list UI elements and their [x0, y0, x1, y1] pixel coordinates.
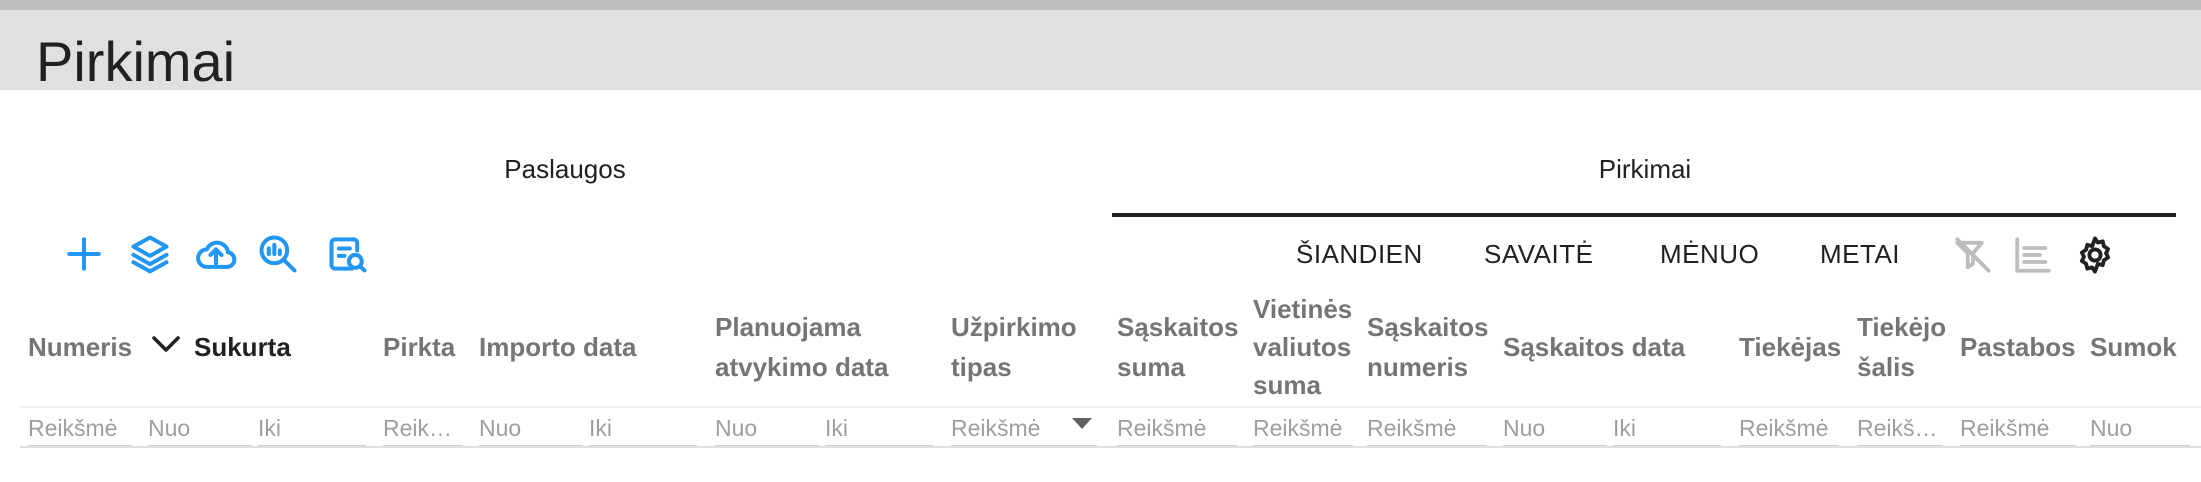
column-header-tiekejo-salis-1[interactable]: Tiekėjo — [1857, 308, 1946, 346]
column-header-tiekejas[interactable]: Tiekėjas — [1739, 328, 1841, 366]
column-header-saskaitos-suma-1[interactable]: Sąskaitos — [1117, 308, 1238, 346]
column-header-uzpirkimo-1[interactable]: Užpirkimo — [951, 308, 1077, 346]
period-month-button[interactable]: MĖNUO — [1660, 238, 1759, 270]
active-tab-indicator — [1112, 213, 2176, 217]
filter-pirkta-input[interactable]: Reikšmė — [383, 410, 463, 446]
column-header-vietines-1[interactable]: Vietinės — [1253, 290, 1352, 328]
filter-pastabos-input[interactable]: Reikšmė — [1960, 410, 2076, 446]
column-header-saskaitos-suma-2[interactable]: suma — [1117, 348, 1185, 386]
period-week-button[interactable]: SAVAITĖ — [1484, 238, 1593, 270]
column-header-numeris[interactable]: Numeris — [28, 328, 132, 366]
layers-icon[interactable] — [126, 230, 174, 278]
column-header-importo-data[interactable]: Importo data — [479, 328, 636, 366]
chevron-down-icon[interactable] — [1072, 418, 1092, 429]
page-title: Pirkimai — [36, 30, 236, 93]
column-header-saskaitos-numeris-2[interactable]: numeris — [1367, 348, 1468, 386]
column-header-uzpirkimo-2[interactable]: tipas — [951, 348, 1012, 386]
sort-desc-icon[interactable] — [148, 330, 184, 358]
column-header-pastabos[interactable]: Pastabos — [1960, 328, 2076, 366]
search-analytics-icon[interactable] — [254, 230, 302, 278]
page-header: Pirkimai — [0, 10, 2201, 93]
app-root: Pirkimai Paslaugos Pirkimai ŠIANDIEN SAV… — [0, 0, 2201, 482]
cloud-upload-icon[interactable] — [192, 230, 240, 278]
filter-importo-from-input[interactable]: Nuo — [479, 410, 583, 446]
column-header-saskaitos-numeris-1[interactable]: Sąskaitos — [1367, 308, 1488, 346]
filter-numeris-input[interactable]: Reikšmė — [28, 410, 132, 446]
filter-tiekejo-salis-input[interactable]: Reikšmė — [1857, 410, 1943, 446]
filter-saskaitos-numeris-input[interactable]: Reikšmė — [1367, 410, 1487, 446]
add-icon[interactable] — [60, 230, 108, 278]
list-icon[interactable] — [2010, 232, 2056, 278]
column-header-saskaitos-data[interactable]: Sąskaitos data — [1503, 328, 1685, 366]
column-header-pirkta[interactable]: Pirkta — [383, 328, 455, 366]
column-header-vietines-2[interactable]: valiutos — [1253, 328, 1351, 366]
column-header-planuojama-2[interactable]: atvykimo data — [715, 348, 888, 386]
column-header-planuojama-1[interactable]: Planuojama — [715, 308, 861, 346]
filter-tiekejas-input[interactable]: Reikšmė — [1739, 410, 1839, 446]
filter-sumok-input[interactable]: Nuo — [2090, 410, 2190, 446]
period-year-button[interactable]: METAI — [1820, 238, 1900, 270]
tab-purchases[interactable]: Pirkimai — [1500, 154, 1790, 184]
column-header-vietines-3[interactable]: suma — [1253, 366, 1321, 404]
column-header-sukurta[interactable]: Sukurta — [194, 328, 291, 366]
filter-row-top-border — [20, 406, 2201, 408]
document-search-icon[interactable] — [324, 230, 372, 278]
filter-importo-to-input[interactable]: Iki — [589, 410, 697, 446]
tab-services[interactable]: Paslaugos — [420, 154, 710, 184]
filter-sukurta-to-input[interactable]: Iki — [258, 410, 366, 446]
filter-saskaitos-suma-input[interactable]: Reikšmė — [1117, 410, 1237, 446]
settings-icon[interactable] — [2072, 232, 2118, 278]
filter-saskaitos-data-to-input[interactable]: Iki — [1613, 410, 1721, 446]
column-header-tiekejo-salis-2[interactable]: šalis — [1857, 348, 1915, 386]
filter-planuojama-from-input[interactable]: Nuo — [715, 410, 819, 446]
top-strip — [0, 0, 2201, 10]
period-today-button[interactable]: ŠIANDIEN — [1296, 238, 1423, 270]
filter-row-bottom-border — [20, 446, 2201, 448]
filter-vietines-input[interactable]: Reikšmė — [1253, 410, 1353, 446]
filter-off-icon[interactable] — [1950, 232, 1996, 278]
filter-saskaitos-data-from-input[interactable]: Nuo — [1503, 410, 1607, 446]
column-header-sumok[interactable]: Sumok — [2090, 328, 2177, 366]
filter-sukurta-from-input[interactable]: Nuo — [148, 410, 252, 446]
filter-planuojama-to-input[interactable]: Iki — [825, 410, 933, 446]
